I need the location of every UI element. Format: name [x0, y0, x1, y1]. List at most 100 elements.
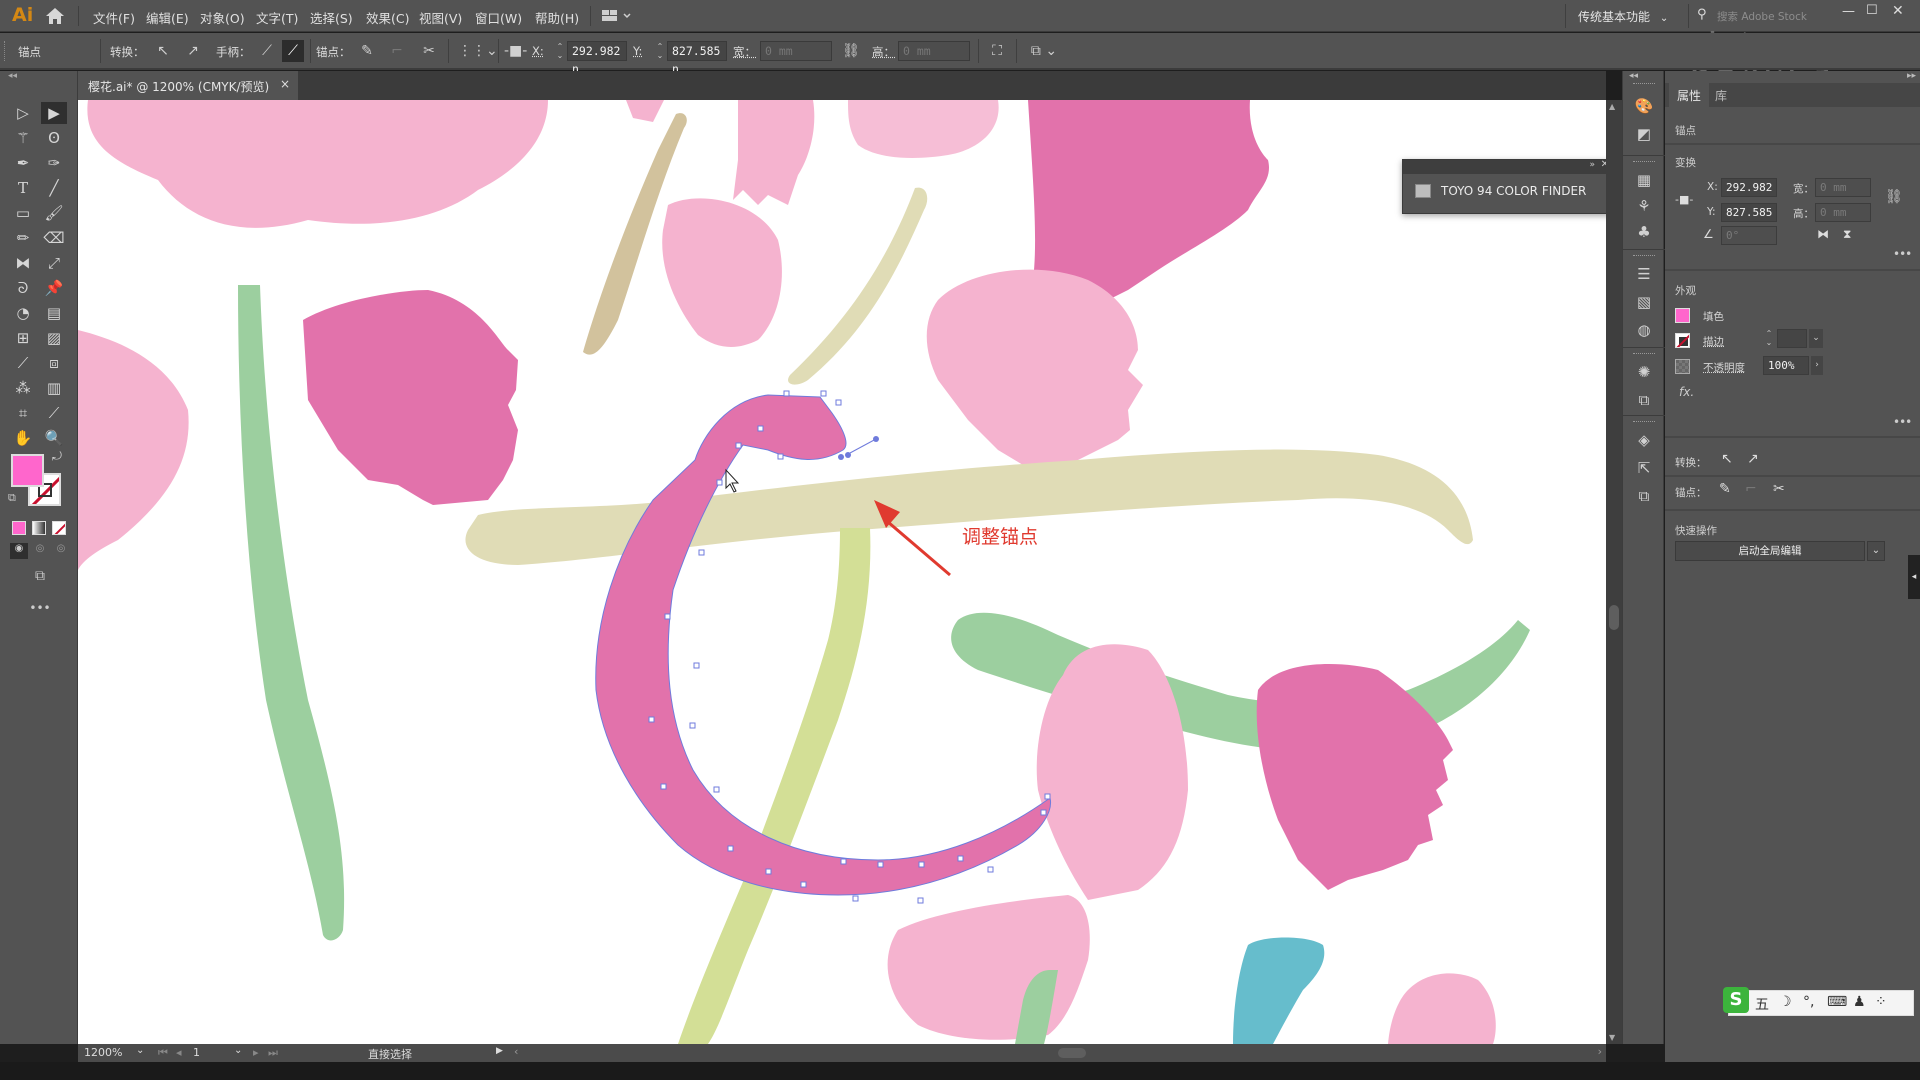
menu-type[interactable]: 文字(T)	[256, 8, 298, 27]
constrain-proportions-button[interactable]: ⛓	[840, 40, 862, 62]
global-edit-options-dropdown[interactable]: ⌄	[1867, 541, 1885, 561]
grip-handle[interactable]	[1633, 353, 1655, 356]
flip-vertical-icon[interactable]: ⧗	[1843, 227, 1851, 242]
transform-x-field[interactable]: 292.982	[1721, 178, 1777, 197]
fill-swatch[interactable]	[11, 454, 44, 487]
apps-grid-icon[interactable]: ⁘	[1875, 994, 1887, 1010]
hand-tool[interactable]: ✋	[10, 427, 36, 449]
panel-header[interactable]: » ✕	[1403, 159, 1613, 174]
gradient-tool[interactable]: ▨	[41, 327, 67, 349]
close-window-button[interactable]: ✕	[1892, 3, 1904, 19]
y-spinner[interactable]: ⌃ ⌄	[655, 42, 665, 60]
connect-endpoints-button[interactable]: ⌐	[1745, 481, 1757, 497]
collapse-toolbar-icon[interactable]: ◂◂	[8, 71, 17, 81]
color-guide-button[interactable]: ◩	[1632, 123, 1656, 145]
more-appearance-options-button[interactable]: •••	[1893, 415, 1912, 429]
document-tab[interactable]: 樱花.ai* @ 1200% (CMYK/预览) ×	[78, 71, 298, 100]
edit-toolbar-button[interactable]: •••	[28, 601, 52, 615]
gradient-panel-button[interactable]: ▧	[1632, 291, 1656, 313]
eyedropper-tool[interactable]: ⟋	[10, 352, 36, 374]
artboard-dropdown-icon[interactable]: ⌄	[234, 1045, 242, 1056]
hscroll-left-icon[interactable]: ‹	[514, 1045, 518, 1058]
transform-options-button[interactable]: ⧉ ⌄	[1024, 40, 1064, 62]
symbol-sprayer-tool[interactable]: ⁂	[10, 377, 36, 399]
x-spinner[interactable]: ⌃ ⌄	[555, 42, 565, 60]
curvature-tool[interactable]: ✑	[41, 152, 67, 174]
remove-anchor-button[interactable]: ✎	[1719, 481, 1731, 497]
menu-select[interactable]: 选择(S)	[310, 8, 353, 27]
moon-icon[interactable]: ☽	[1779, 994, 1792, 1010]
opacity-slider-toggle[interactable]: ›	[1811, 356, 1823, 375]
direct-selection-tool[interactable]: ▶	[41, 102, 67, 124]
draw-behind-button[interactable]: ◎	[31, 543, 49, 559]
grip-handle[interactable]	[1633, 83, 1655, 86]
grip-handle[interactable]	[4, 41, 6, 61]
zoom-tool[interactable]: 🔍	[41, 427, 67, 449]
grip-handle[interactable]	[1633, 255, 1655, 258]
stroke-weight-dropdown[interactable]: ⌄	[1809, 329, 1823, 348]
next-artboard-icon[interactable]: ▸	[253, 1046, 259, 1059]
start-global-edit-button[interactable]: 启动全局编辑	[1675, 541, 1865, 561]
artboards-panel-button[interactable]: ⧉	[1632, 485, 1656, 507]
align-options-button[interactable]: ⋮⋮⌄	[458, 40, 498, 62]
isolate-button[interactable]: ⛶	[986, 40, 1008, 62]
swap-colors-icon[interactable]: ⤾	[52, 449, 62, 464]
status-menu-icon[interactable]: ▶	[496, 1046, 503, 1056]
swatches-button[interactable]: ▦	[1632, 169, 1656, 191]
width-field[interactable]: 0 mm	[760, 41, 832, 61]
menu-edit[interactable]: 编辑(E)	[146, 8, 189, 27]
paintbrush-tool[interactable]: 🖌	[41, 202, 67, 224]
shape-builder-tool[interactable]: ◔	[10, 302, 36, 324]
perspective-grid-tool[interactable]: ▤	[41, 302, 67, 324]
lasso-tool[interactable]: ʘ	[41, 127, 67, 149]
brushes-button[interactable]: ⚘	[1632, 195, 1656, 217]
connect-endpoints-button[interactable]: ⌐	[386, 40, 408, 62]
scroll-down-icon[interactable]: ▼	[1609, 1033, 1615, 1042]
stroke-panel-button[interactable]: ☰	[1632, 263, 1656, 285]
grip-handle[interactable]	[1633, 421, 1655, 424]
convert-smooth-button[interactable]: ↗	[1747, 451, 1759, 467]
effects-button[interactable]: fx.	[1679, 385, 1694, 399]
pen-tool[interactable]: ✒	[10, 152, 36, 174]
artboard-tool[interactable]: ⌗	[10, 402, 36, 424]
fill-color-swatch[interactable]	[1675, 308, 1690, 323]
eraser-tool[interactable]: ⌫	[41, 227, 67, 249]
constrain-link-icon[interactable]: ⛓	[1885, 189, 1903, 205]
cut-path-button[interactable]: ✂	[418, 40, 440, 62]
y-field[interactable]: 827.585 n	[667, 41, 727, 76]
reflect-tool[interactable]: ⧓	[10, 252, 36, 274]
last-artboard-icon[interactable]: ⏭	[268, 1046, 278, 1060]
menu-view[interactable]: 视图(V)	[419, 8, 462, 27]
minimize-button[interactable]: —	[1842, 4, 1855, 19]
menu-object[interactable]: 对象(O)	[200, 8, 245, 27]
tab-libraries[interactable]: 库	[1707, 83, 1735, 107]
menu-window[interactable]: 窗口(W)	[475, 8, 522, 27]
menu-help[interactable]: 帮助(H)	[535, 8, 579, 27]
rectangle-tool[interactable]: ▭	[10, 202, 36, 224]
hscroll-right-icon[interactable]: ›	[1598, 1045, 1602, 1058]
stroke-weight-spinner[interactable]: ⌃ ⌄	[1763, 329, 1775, 347]
menu-effect[interactable]: 效果(C)	[366, 8, 409, 27]
convert-to-corner-button[interactable]: ↖	[152, 40, 174, 62]
convert-to-smooth-button[interactable]: ↗	[182, 40, 204, 62]
scroll-up-icon[interactable]: ▲	[1609, 102, 1615, 111]
type-tool[interactable]: T	[10, 177, 36, 199]
horizontal-scroll-thumb[interactable]	[1058, 1048, 1086, 1058]
toyo-panel-label[interactable]: TOYO 94 COLOR FINDER	[1441, 184, 1586, 198]
selection-tool[interactable]: ▷	[10, 102, 36, 124]
ime-mode[interactable]: 五	[1755, 994, 1769, 1014]
transparency-panel-button[interactable]: ◍	[1632, 319, 1656, 341]
x-field[interactable]: 292.982 n	[567, 41, 627, 76]
screen-mode-button[interactable]: ⧉	[28, 568, 52, 586]
line-tool[interactable]: ╱	[41, 177, 67, 199]
first-artboard-icon[interactable]: ⏮	[158, 1046, 168, 1060]
asset-export-button[interactable]: ⇱	[1632, 457, 1656, 479]
draw-inside-button[interactable]: ◎	[52, 543, 70, 559]
zoom-dropdown-icon[interactable]: ⌄	[136, 1045, 144, 1056]
warp-tool[interactable]: ᘐ	[10, 277, 36, 299]
opacity-field[interactable]: 100%	[1763, 356, 1809, 375]
expand-panels-icon[interactable]: ▸▸	[1907, 71, 1916, 81]
color-panel-button[interactable]: 🎨	[1632, 95, 1656, 117]
blend-tool[interactable]: ⧈	[41, 352, 67, 374]
scroll-thumb[interactable]	[1609, 605, 1619, 630]
